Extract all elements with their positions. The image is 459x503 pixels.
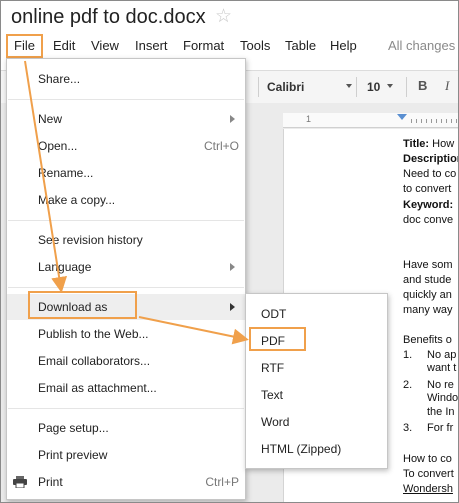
doc-line: To convert: [403, 468, 454, 480]
indent-marker-icon[interactable]: [397, 114, 407, 120]
menu-copy-label: Make a copy...: [38, 193, 116, 207]
menu-page-setup-label: Page setup...: [38, 421, 109, 435]
download-word-label: Word: [261, 415, 290, 429]
menu-language-label: Language: [38, 260, 92, 274]
list-number: 2.: [403, 379, 413, 391]
pdf-highlight: [249, 327, 306, 351]
submenu-arrow-icon: [230, 115, 235, 123]
menu-separator: [8, 99, 244, 100]
list-item-text: Windo: [427, 392, 459, 404]
doc-line: and stude: [403, 274, 452, 286]
list-number: 3.: [403, 422, 413, 434]
printer-icon: [13, 476, 27, 488]
menu-print-preview-label: Print preview: [38, 448, 108, 462]
menu-new[interactable]: New: [7, 106, 245, 132]
menu-revision-history[interactable]: See revision history: [7, 227, 245, 253]
menu-share-label: Share...: [38, 72, 81, 86]
toolbar-separator: [406, 77, 407, 97]
submenu-arrow-icon: [230, 263, 235, 271]
open-shortcut: Ctrl+O: [203, 139, 239, 153]
toolbar-separator: [258, 77, 259, 97]
download-odt[interactable]: ODT: [246, 300, 387, 327]
menu-page-setup[interactable]: Page setup...: [7, 415, 245, 441]
doc-line: quickly an: [403, 289, 452, 301]
italic-button[interactable]: I: [445, 78, 449, 94]
doc-line: Need to co: [403, 168, 457, 180]
menu-table[interactable]: Table: [285, 38, 316, 53]
size-dropdown-caret-icon[interactable]: [387, 84, 393, 88]
download-word[interactable]: Word: [246, 408, 387, 435]
menu-new-label: New: [38, 112, 63, 126]
menu-help[interactable]: Help: [330, 38, 357, 53]
ruler-number: 1: [306, 114, 312, 124]
menu-email-collab-label: Email collaborators...: [38, 354, 151, 368]
menu-separator: [8, 408, 244, 409]
screenshot-frame: online pdf to doc.docx ☆ File Edit View …: [0, 0, 459, 503]
save-status: All changes: [388, 38, 456, 53]
menu-publish[interactable]: Publish to the Web...: [7, 321, 245, 347]
download-odt-label: ODT: [261, 307, 287, 321]
star-icon[interactable]: ☆: [215, 6, 232, 28]
download-html-label: HTML (Zipped): [261, 442, 342, 456]
menu-open[interactable]: Open... Ctrl+O: [7, 133, 245, 159]
menu-rename[interactable]: Rename...: [7, 160, 245, 186]
download-html-zipped[interactable]: HTML (Zipped): [246, 435, 387, 462]
menu-print-label: Print: [38, 475, 63, 489]
list-item-text: For fr: [427, 422, 454, 434]
download-as-highlight: [28, 291, 137, 319]
download-rtf-label: RTF: [261, 361, 285, 375]
doc-line: many way: [403, 304, 453, 316]
font-size-select[interactable]: 10: [367, 80, 380, 94]
font-dropdown-caret-icon[interactable]: [346, 84, 352, 88]
download-rtf[interactable]: RTF: [246, 354, 387, 381]
print-shortcut: Ctrl+P: [205, 475, 239, 489]
menu-share[interactable]: Share...: [7, 66, 245, 92]
menu-revision-label: See revision history: [38, 233, 143, 247]
menu-edit[interactable]: Edit: [53, 38, 75, 53]
list-number: 1.: [403, 349, 413, 361]
font-family-select[interactable]: Calibri: [267, 80, 304, 94]
list-item-text: want t: [427, 362, 457, 374]
file-menu: Share... New Open... Ctrl+O Rename... Mak…: [6, 58, 246, 500]
list-item-text: the In: [427, 406, 455, 418]
title-label: Title:: [403, 138, 430, 150]
description-label: Description: [403, 153, 459, 165]
menu-insert[interactable]: Insert: [135, 38, 168, 53]
doc-line: doc conve: [403, 214, 454, 226]
download-submenu: ODT PDF RTF Text Word HTML (Zipped): [245, 293, 388, 469]
menu-publish-label: Publish to the Web...: [38, 327, 149, 341]
menu-language[interactable]: Language: [7, 254, 245, 280]
menu-separator: [8, 287, 244, 288]
menu-rename-label: Rename...: [38, 166, 94, 180]
list-item-text: No ap: [427, 349, 457, 361]
menu-email-collaborators[interactable]: Email collaborators...: [7, 348, 245, 374]
menu-print-preview[interactable]: Print preview: [7, 442, 245, 468]
doc-line: Benefits o: [403, 334, 452, 346]
doc-line: How to co: [403, 453, 452, 465]
menu-email-attach-label: Email as attachment...: [38, 381, 157, 395]
download-text[interactable]: Text: [246, 381, 387, 408]
menu-open-label: Open...: [38, 139, 78, 153]
toolbar-separator: [356, 77, 357, 97]
doc-line: Have som: [403, 259, 453, 271]
ruler-ticks: [411, 119, 458, 123]
doc-line: Wondersh: [403, 483, 453, 495]
menu-view[interactable]: View: [91, 38, 119, 53]
doc-line: to convert: [403, 183, 452, 195]
bold-button[interactable]: B: [418, 78, 427, 93]
menu-email-attachment[interactable]: Email as attachment...: [7, 375, 245, 401]
menu-bar: File Edit View Insert Format Tools Table…: [1, 35, 458, 57]
document-title[interactable]: online pdf to doc.docx: [11, 6, 206, 29]
file-menu-highlight: [6, 34, 43, 58]
menu-format[interactable]: Format: [183, 38, 224, 53]
keyword-label: Keyword:: [403, 199, 454, 211]
download-text-label: Text: [261, 388, 284, 402]
menu-separator: [8, 220, 244, 221]
submenu-arrow-icon: [230, 303, 235, 311]
menu-make-copy[interactable]: Make a copy...: [7, 187, 245, 213]
menu-print[interactable]: Print Ctrl+P: [7, 469, 245, 495]
title-value: How: [429, 138, 455, 150]
menu-tools[interactable]: Tools: [240, 38, 270, 53]
list-item-text: No re: [427, 379, 454, 391]
